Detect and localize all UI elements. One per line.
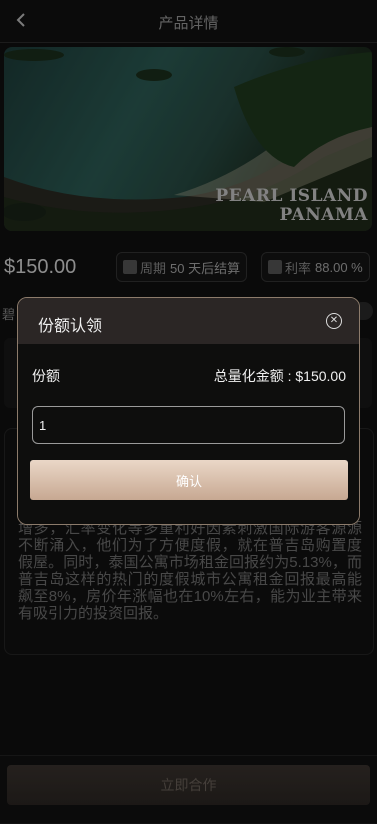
dialog-body: 份额 总量化金额 : $150.00 确认 (18, 344, 359, 524)
share-quantity-input[interactable] (32, 406, 345, 444)
dialog-header: 份额认领 ✕ (18, 298, 359, 344)
total-label: 总量化金额 (213, 368, 284, 384)
total-amount: 总量化金额 : $150.00 (214, 366, 346, 386)
close-icon[interactable]: ✕ (326, 313, 342, 329)
share-label: 份额 (32, 368, 60, 384)
total-value: : $150.00 (287, 368, 346, 384)
confirm-button[interactable]: 确认 (30, 460, 348, 500)
dialog-title: 份额认领 (38, 318, 103, 335)
claim-share-dialog: 份额认领 ✕ 份额 总量化金额 : $150.00 确认 (17, 297, 360, 525)
